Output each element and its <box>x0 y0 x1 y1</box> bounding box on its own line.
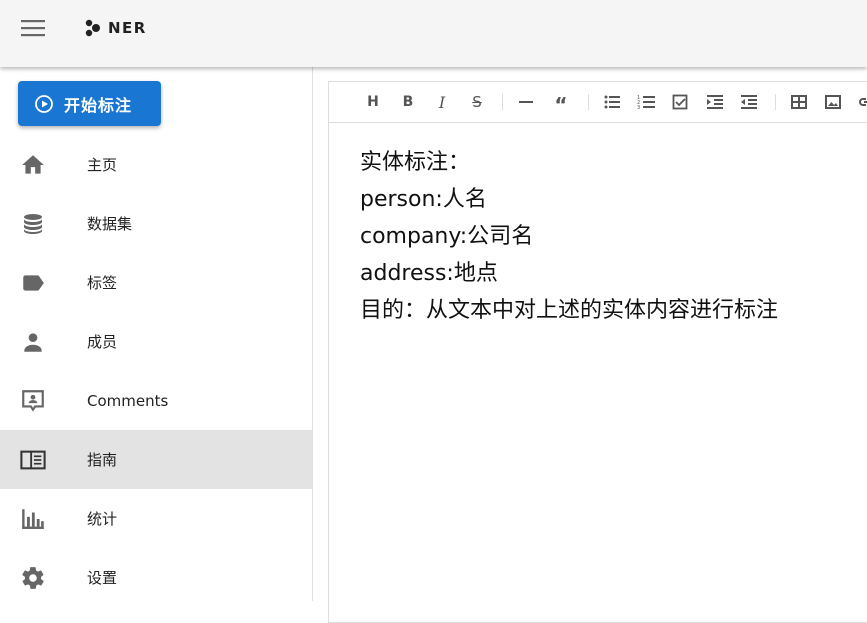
italic-icon[interactable]: I <box>430 90 454 114</box>
quote-icon[interactable]: “ <box>549 90 573 115</box>
guideline-editor[interactable]: H B I S “ 123 实体标注： person:人名 company:公司… <box>328 81 867 623</box>
sidebar-item-comments[interactable]: Comments <box>0 371 312 430</box>
toolbar-divider <box>502 94 503 110</box>
start-annotation-button[interactable]: 开始标注 <box>18 81 161 126</box>
sidebar-item-guideline[interactable]: 指南 <box>0 430 312 489</box>
bold-icon[interactable]: B <box>396 90 420 114</box>
sidebar-item-label: 主页 <box>87 156 118 174</box>
person-icon <box>20 329 46 355</box>
book-open-icon <box>20 447 46 473</box>
sidebar-item-settings[interactable]: 设置 <box>0 548 312 607</box>
start-annotation-label: 开始标注 <box>64 95 133 115</box>
sidebar: 开始标注 主页 数据集 标签 成员 Comments 指南 统计 设置 <box>0 67 313 601</box>
svg-text:3: 3 <box>637 105 640 110</box>
menu-icon[interactable] <box>16 14 50 42</box>
image-icon[interactable] <box>821 90 845 114</box>
bullet-list-icon[interactable] <box>600 90 624 114</box>
sidebar-item-label: 设置 <box>87 569 118 587</box>
sidebar-item-labels[interactable]: 标签 <box>0 253 312 312</box>
outdent-icon[interactable] <box>737 90 761 114</box>
sidebar-item-home[interactable]: 主页 <box>0 135 312 194</box>
sidebar-item-members[interactable]: 成员 <box>0 312 312 371</box>
brand[interactable]: NER <box>84 16 147 40</box>
content-line: 目的：从文本中对上述的实体内容进行标注 <box>360 298 779 323</box>
app-bar: NER <box>0 0 867 67</box>
toolbar-divider <box>588 94 589 110</box>
database-icon <box>20 211 46 237</box>
content-line: person:人名 <box>360 187 487 212</box>
indent-icon[interactable] <box>703 90 727 114</box>
sidebar-item-dataset[interactable]: 数据集 <box>0 194 312 253</box>
editor-toolbar: H B I S “ 123 <box>329 82 867 123</box>
strikethrough-icon[interactable]: S <box>465 90 489 114</box>
sidebar-item-label: 成员 <box>87 333 118 351</box>
link-icon[interactable] <box>855 90 867 114</box>
sidebar-item-label: 标签 <box>87 274 118 292</box>
sidebar-item-label: 统计 <box>87 510 118 528</box>
horizontal-rule-icon[interactable] <box>514 90 538 114</box>
play-circle-icon <box>34 94 54 114</box>
toolbar-divider <box>775 94 776 110</box>
content-line: 实体标注： <box>360 150 471 175</box>
editor-content[interactable]: 实体标注： person:人名 company:公司名 address:地点 目… <box>360 144 778 329</box>
sidebar-item-label: 数据集 <box>87 215 133 233</box>
home-icon <box>20 152 46 178</box>
label-icon <box>20 270 46 296</box>
gear-icon <box>20 565 46 591</box>
chart-bar-icon <box>20 506 46 532</box>
content-line: company:公司名 <box>360 224 534 249</box>
content-line: address:地点 <box>360 261 498 286</box>
brand-name: NER <box>108 19 147 37</box>
sidebar-item-statistics[interactable]: 统计 <box>0 489 312 548</box>
logo-icon <box>85 19 100 37</box>
heading-icon[interactable]: H <box>361 90 385 114</box>
table-icon[interactable] <box>787 90 811 114</box>
sidebar-item-label: 指南 <box>87 451 118 469</box>
sidebar-item-label: Comments <box>87 391 169 410</box>
ordered-list-icon[interactable]: 123 <box>634 90 658 114</box>
comment-account-icon <box>20 388 46 414</box>
task-list-icon[interactable] <box>668 90 692 114</box>
